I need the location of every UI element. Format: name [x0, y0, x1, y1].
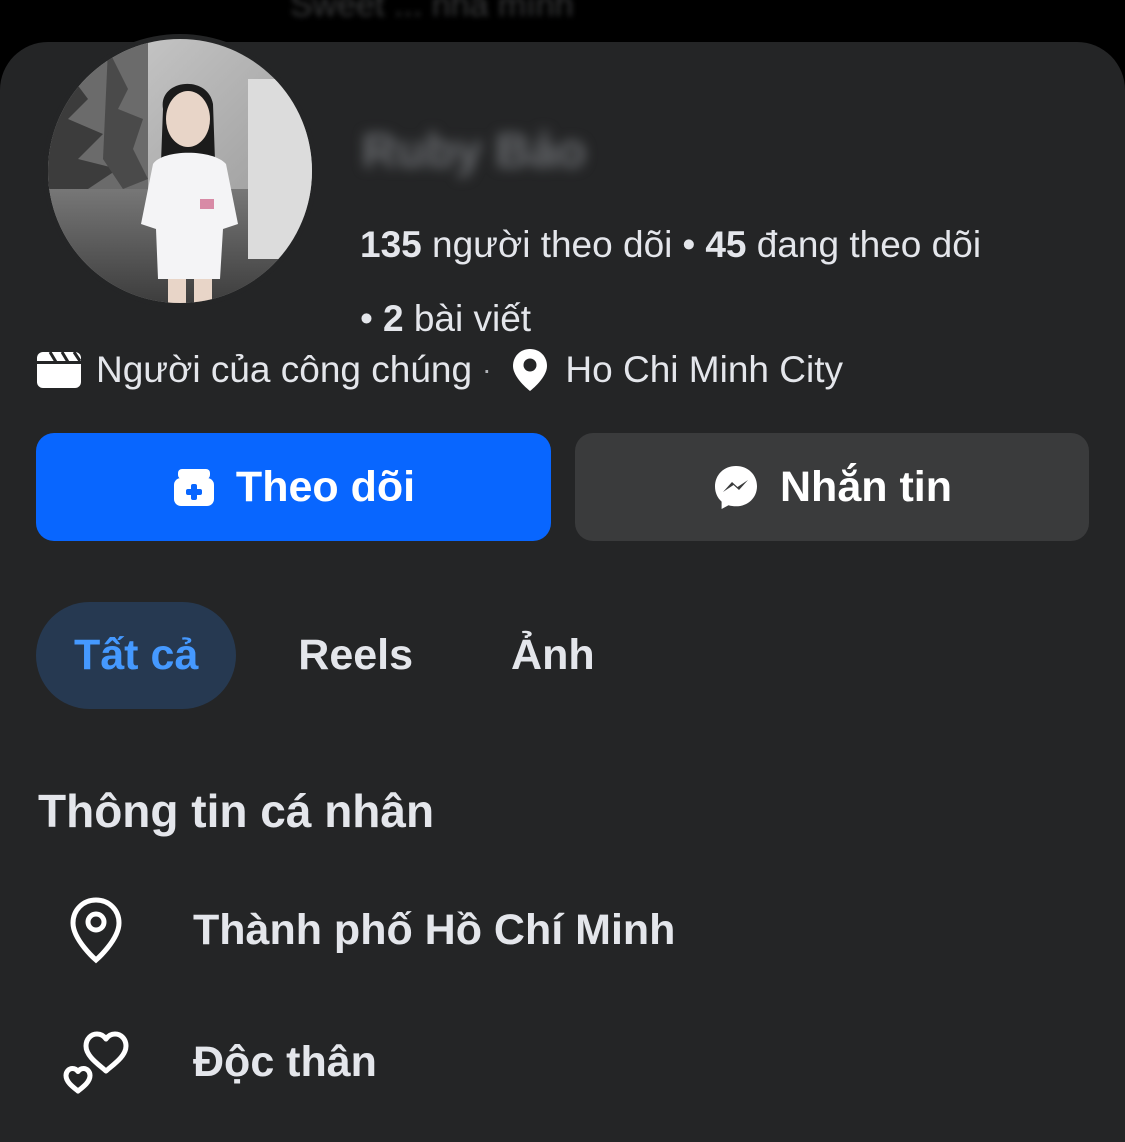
about-item-location: Thành phố Hồ Chí Minh: [0, 885, 1125, 975]
avatar-photo: [48, 39, 312, 303]
about-item-relationship-text: Độc thân: [193, 1037, 377, 1086]
following-label: đang theo dõi: [756, 224, 982, 265]
profile-screen: Sweet ... nhà mình Ruby Bảo 135 người th…: [0, 0, 1125, 1142]
follow-button[interactable]: Theo dõi: [36, 433, 551, 541]
hearts-icon: [54, 1027, 138, 1097]
message-label: Nhắn tin: [780, 462, 952, 511]
followers-count: 135: [360, 224, 422, 265]
tab-reels[interactable]: Reels: [260, 602, 451, 709]
followers-label: người theo dõi: [432, 224, 673, 265]
following-stat[interactable]: 45 đang theo dõi: [705, 224, 981, 265]
location-pin-icon: [54, 896, 138, 964]
stats-separator: •: [682, 224, 696, 265]
profile-avatar[interactable]: [43, 34, 317, 308]
messenger-icon: [712, 463, 760, 511]
meta-separator: ·: [482, 354, 492, 385]
profile-tabs: Tất cả Reels Ảnh: [36, 602, 633, 709]
message-button[interactable]: Nhắn tin: [575, 433, 1089, 541]
about-section-title: Thông tin cá nhân: [38, 785, 435, 837]
clapperboard-icon: [36, 350, 82, 390]
following-count: 45: [705, 224, 747, 265]
profile-name: Ruby Bảo: [362, 125, 587, 178]
follow-icon: [172, 466, 216, 508]
profile-stats: 135 người theo dõi • 45 đang theo dõi • 2 bà…: [360, 208, 1100, 356]
tab-photos[interactable]: Ảnh: [473, 602, 633, 709]
top-ghost-text: Sweet ... nhà mình: [290, 0, 574, 24]
avatar-image: [48, 39, 312, 303]
posts-stat: 2 bài viết: [383, 298, 531, 339]
about-item-relationship: Độc thân: [0, 1017, 1125, 1107]
tab-all[interactable]: Tất cả: [36, 602, 237, 709]
posts-label: bài viết: [413, 298, 532, 339]
posts-count: 2: [382, 298, 404, 339]
profile-sheet: Ruby Bảo 135 người theo dõi • 45 đang theo…: [0, 34, 1125, 1142]
about-item-location-text: Thành phố Hồ Chí Minh: [193, 905, 676, 954]
followers-stat[interactable]: 135 người theo dõi: [360, 224, 672, 265]
stats-separator: •: [360, 298, 373, 339]
follow-label: Theo dõi: [235, 462, 416, 511]
